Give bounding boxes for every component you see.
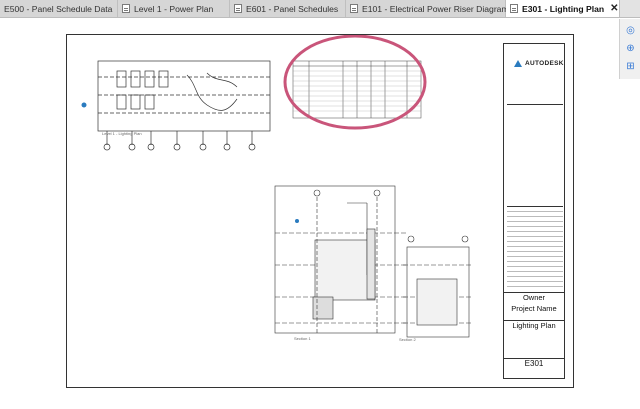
- lighting-plan-view: [81, 60, 271, 151]
- zoom-extents-icon[interactable]: ⊞: [623, 59, 638, 74]
- title-block: AUTODESK Owner Project Name Lighting Pla…: [503, 43, 565, 379]
- view-label-plan: Level 1 - Lighting Plan: [102, 131, 142, 136]
- owner-label: Owner: [504, 292, 564, 302]
- panel-schedule-table: [292, 60, 422, 119]
- autodesk-logo: AUTODESK: [514, 60, 564, 67]
- tab-e500-panel-schedule-data[interactable]: E500 - Panel Schedule Data: [0, 0, 118, 17]
- sheet-icon: [350, 4, 358, 13]
- section-2-view: [403, 235, 473, 338]
- close-icon[interactable]: ✕: [610, 3, 618, 14]
- tab-label: Level 1 - Power Plan: [134, 3, 214, 14]
- sheet-number-label: E301: [504, 358, 564, 368]
- sheet-icon: [234, 4, 242, 13]
- view-label-section2: Section 2: [399, 337, 416, 342]
- view-navigation-bar: ◎ ⊕ ⊞: [619, 19, 640, 79]
- sheet-drawing-canvas: [81, 35, 473, 338]
- tab-label: E601 - Panel Schedules: [246, 3, 339, 14]
- revision-table: [507, 206, 563, 291]
- sheet-name-label: Lighting Plan: [504, 320, 564, 330]
- view-label-section1: Section 1: [294, 336, 311, 341]
- tab-e301-lighting-plan[interactable]: E301 - Lighting Plan ✕: [506, 0, 620, 17]
- tab-label: E101 - Electrical Power Riser Diagram: [362, 3, 509, 14]
- tab-e101-power-riser[interactable]: E101 - Electrical Power Riser Diagram: [346, 0, 509, 17]
- tab-label: E301 - Lighting Plan: [522, 3, 605, 14]
- tab-level1-power-plan[interactable]: Level 1 - Power Plan: [118, 0, 230, 17]
- sheet-icon: [122, 4, 130, 13]
- document-tab-bar: E500 - Panel Schedule Data Level 1 - Pow…: [0, 0, 640, 18]
- highlight-ellipse: [283, 35, 427, 130]
- revision-notes-area: [507, 104, 563, 203]
- drawing-sheet: Level 1 - Lighting Plan Section 1 Sectio…: [66, 34, 574, 388]
- steering-wheel-icon[interactable]: ◎: [623, 23, 638, 38]
- section-1-view: [274, 185, 407, 334]
- project-name-label: Project Name: [511, 304, 557, 313]
- tab-e601-panel-schedules[interactable]: E601 - Panel Schedules: [230, 0, 346, 17]
- zoom-icon[interactable]: ⊕: [623, 41, 638, 56]
- tab-label: E500 - Panel Schedule Data: [4, 3, 113, 14]
- sheet-icon: [510, 4, 518, 13]
